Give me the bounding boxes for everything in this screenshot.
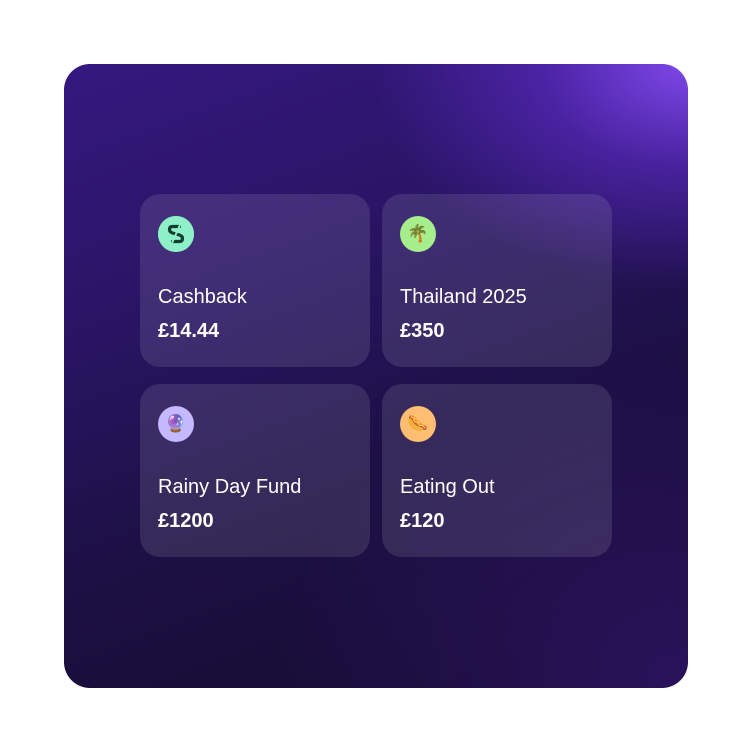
pot-amount: £350 <box>400 320 445 342</box>
pot-name: Cashback <box>158 286 247 308</box>
cashback-s-icon <box>158 216 194 252</box>
pot-name: Rainy Day Fund <box>158 476 302 498</box>
pots-panel: Cashback £14.44 🌴 Thailand 2025 £350 🔮 R… <box>64 64 688 688</box>
hotdog-glyph: 🌭 <box>407 413 429 434</box>
cashback-s-glyph <box>158 216 194 252</box>
pot-amount: £120 <box>400 510 445 532</box>
pot-name: Thailand 2025 <box>400 286 527 308</box>
pot-card-cashback[interactable]: Cashback £14.44 <box>140 194 370 367</box>
crystal-ball-glyph: 🔮 <box>165 413 187 434</box>
pot-card-rainy-day-fund[interactable]: 🔮 Rainy Day Fund £1200 <box>140 384 370 557</box>
pot-amount: £1200 <box>158 510 214 532</box>
pot-name: Eating Out <box>400 476 495 498</box>
hotdog-icon: 🌭 <box>400 406 436 442</box>
crystal-ball-icon: 🔮 <box>158 406 194 442</box>
palm-tree-icon: 🌴 <box>400 216 436 252</box>
pot-card-thailand-2025[interactable]: 🌴 Thailand 2025 £350 <box>382 194 612 367</box>
pot-card-eating-out[interactable]: 🌭 Eating Out £120 <box>382 384 612 557</box>
pot-amount: £14.44 <box>158 320 220 342</box>
palm-tree-glyph: 🌴 <box>407 223 429 244</box>
